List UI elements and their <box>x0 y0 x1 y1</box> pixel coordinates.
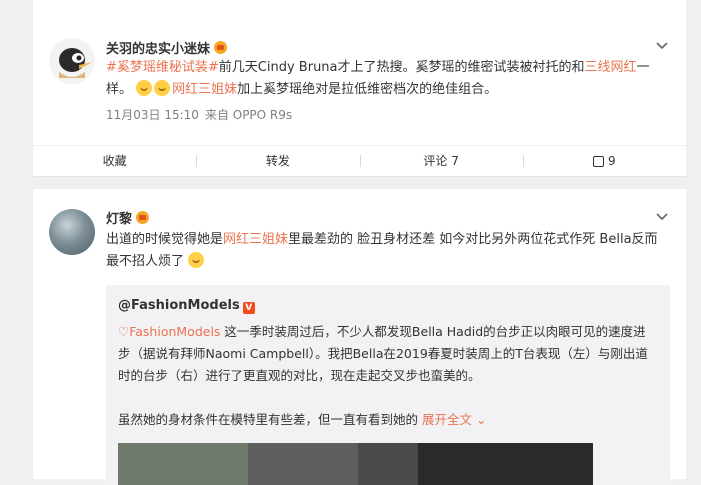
repost-button[interactable]: 转发 <box>196 146 359 176</box>
avatar[interactable] <box>49 38 95 84</box>
smirk-emoji-icon <box>136 80 153 96</box>
post-meta: 11月03日 15:10 来自 OPPO R9s <box>106 106 298 123</box>
post-source: 来自 OPPO R9s <box>204 108 293 122</box>
laugh-cry-emoji-icon <box>188 252 205 268</box>
post-text: 出道的时候觉得她是网红三姐妹里最差劲的 脸丑身材还差 如今对比另外两位花式作死 … <box>106 232 658 269</box>
repost-text: ♡FashionModels 这一季时装周过后，不少人都发现Bella Hadi… <box>118 324 648 427</box>
username[interactable]: 关羽的忠实小迷妹 <box>106 38 228 57</box>
topic-link[interactable]: #奚梦瑶维秘试装# <box>106 60 219 75</box>
verified-badge-icon: V <box>242 302 255 314</box>
post-text: #奚梦瑶维秘试装#前几天Cindy Bruna才上了热搜。奚梦瑶的维密试装被衬托… <box>106 60 650 97</box>
repost-image[interactable] <box>118 443 593 485</box>
repost-username[interactable]: @FashionModels V <box>118 298 255 314</box>
comment-button[interactable]: 评论 7 <box>359 146 523 176</box>
chevron-down-icon[interactable] <box>655 39 669 53</box>
grin-emoji-icon <box>154 80 171 96</box>
repost-user-link[interactable]: ♡FashionModels <box>118 324 220 339</box>
highlight-link[interactable]: 三线网红 <box>585 60 637 75</box>
chevron-down-icon[interactable] <box>655 210 669 224</box>
thumbs-up-icon <box>593 156 605 167</box>
reposted-content: @FashionModels V ♡FashionModels 这一季时装周过后，… <box>106 285 670 485</box>
favorite-button[interactable]: 收藏 <box>33 146 196 176</box>
like-button[interactable]: 9 <box>522 146 686 176</box>
highlight-link[interactable]: 网红三姐妹 <box>172 82 237 97</box>
post-date[interactable]: 11月03日 15:10 <box>106 108 199 122</box>
expand-full-text-link[interactable]: 展开全文 ⌄ <box>422 412 486 427</box>
avatar[interactable] <box>49 209 95 255</box>
post-card: 关羽的忠实小迷妹 #奚梦瑶维秘试装#前几天Cindy Bruna才上了热搜。奚梦… <box>33 0 686 177</box>
highlight-link[interactable]: 网红三姐妹 <box>223 232 288 247</box>
crown-badge-icon <box>214 41 228 54</box>
action-bar: 收藏 转发 评论 7 9 <box>33 145 686 176</box>
post-card: 灯黎 出道的时候觉得她是网红三姐妹里最差劲的 脸丑身材还差 如今对比另外两位花式… <box>33 189 686 485</box>
crown-badge-icon <box>136 211 150 224</box>
username[interactable]: 灯黎 <box>106 208 150 227</box>
